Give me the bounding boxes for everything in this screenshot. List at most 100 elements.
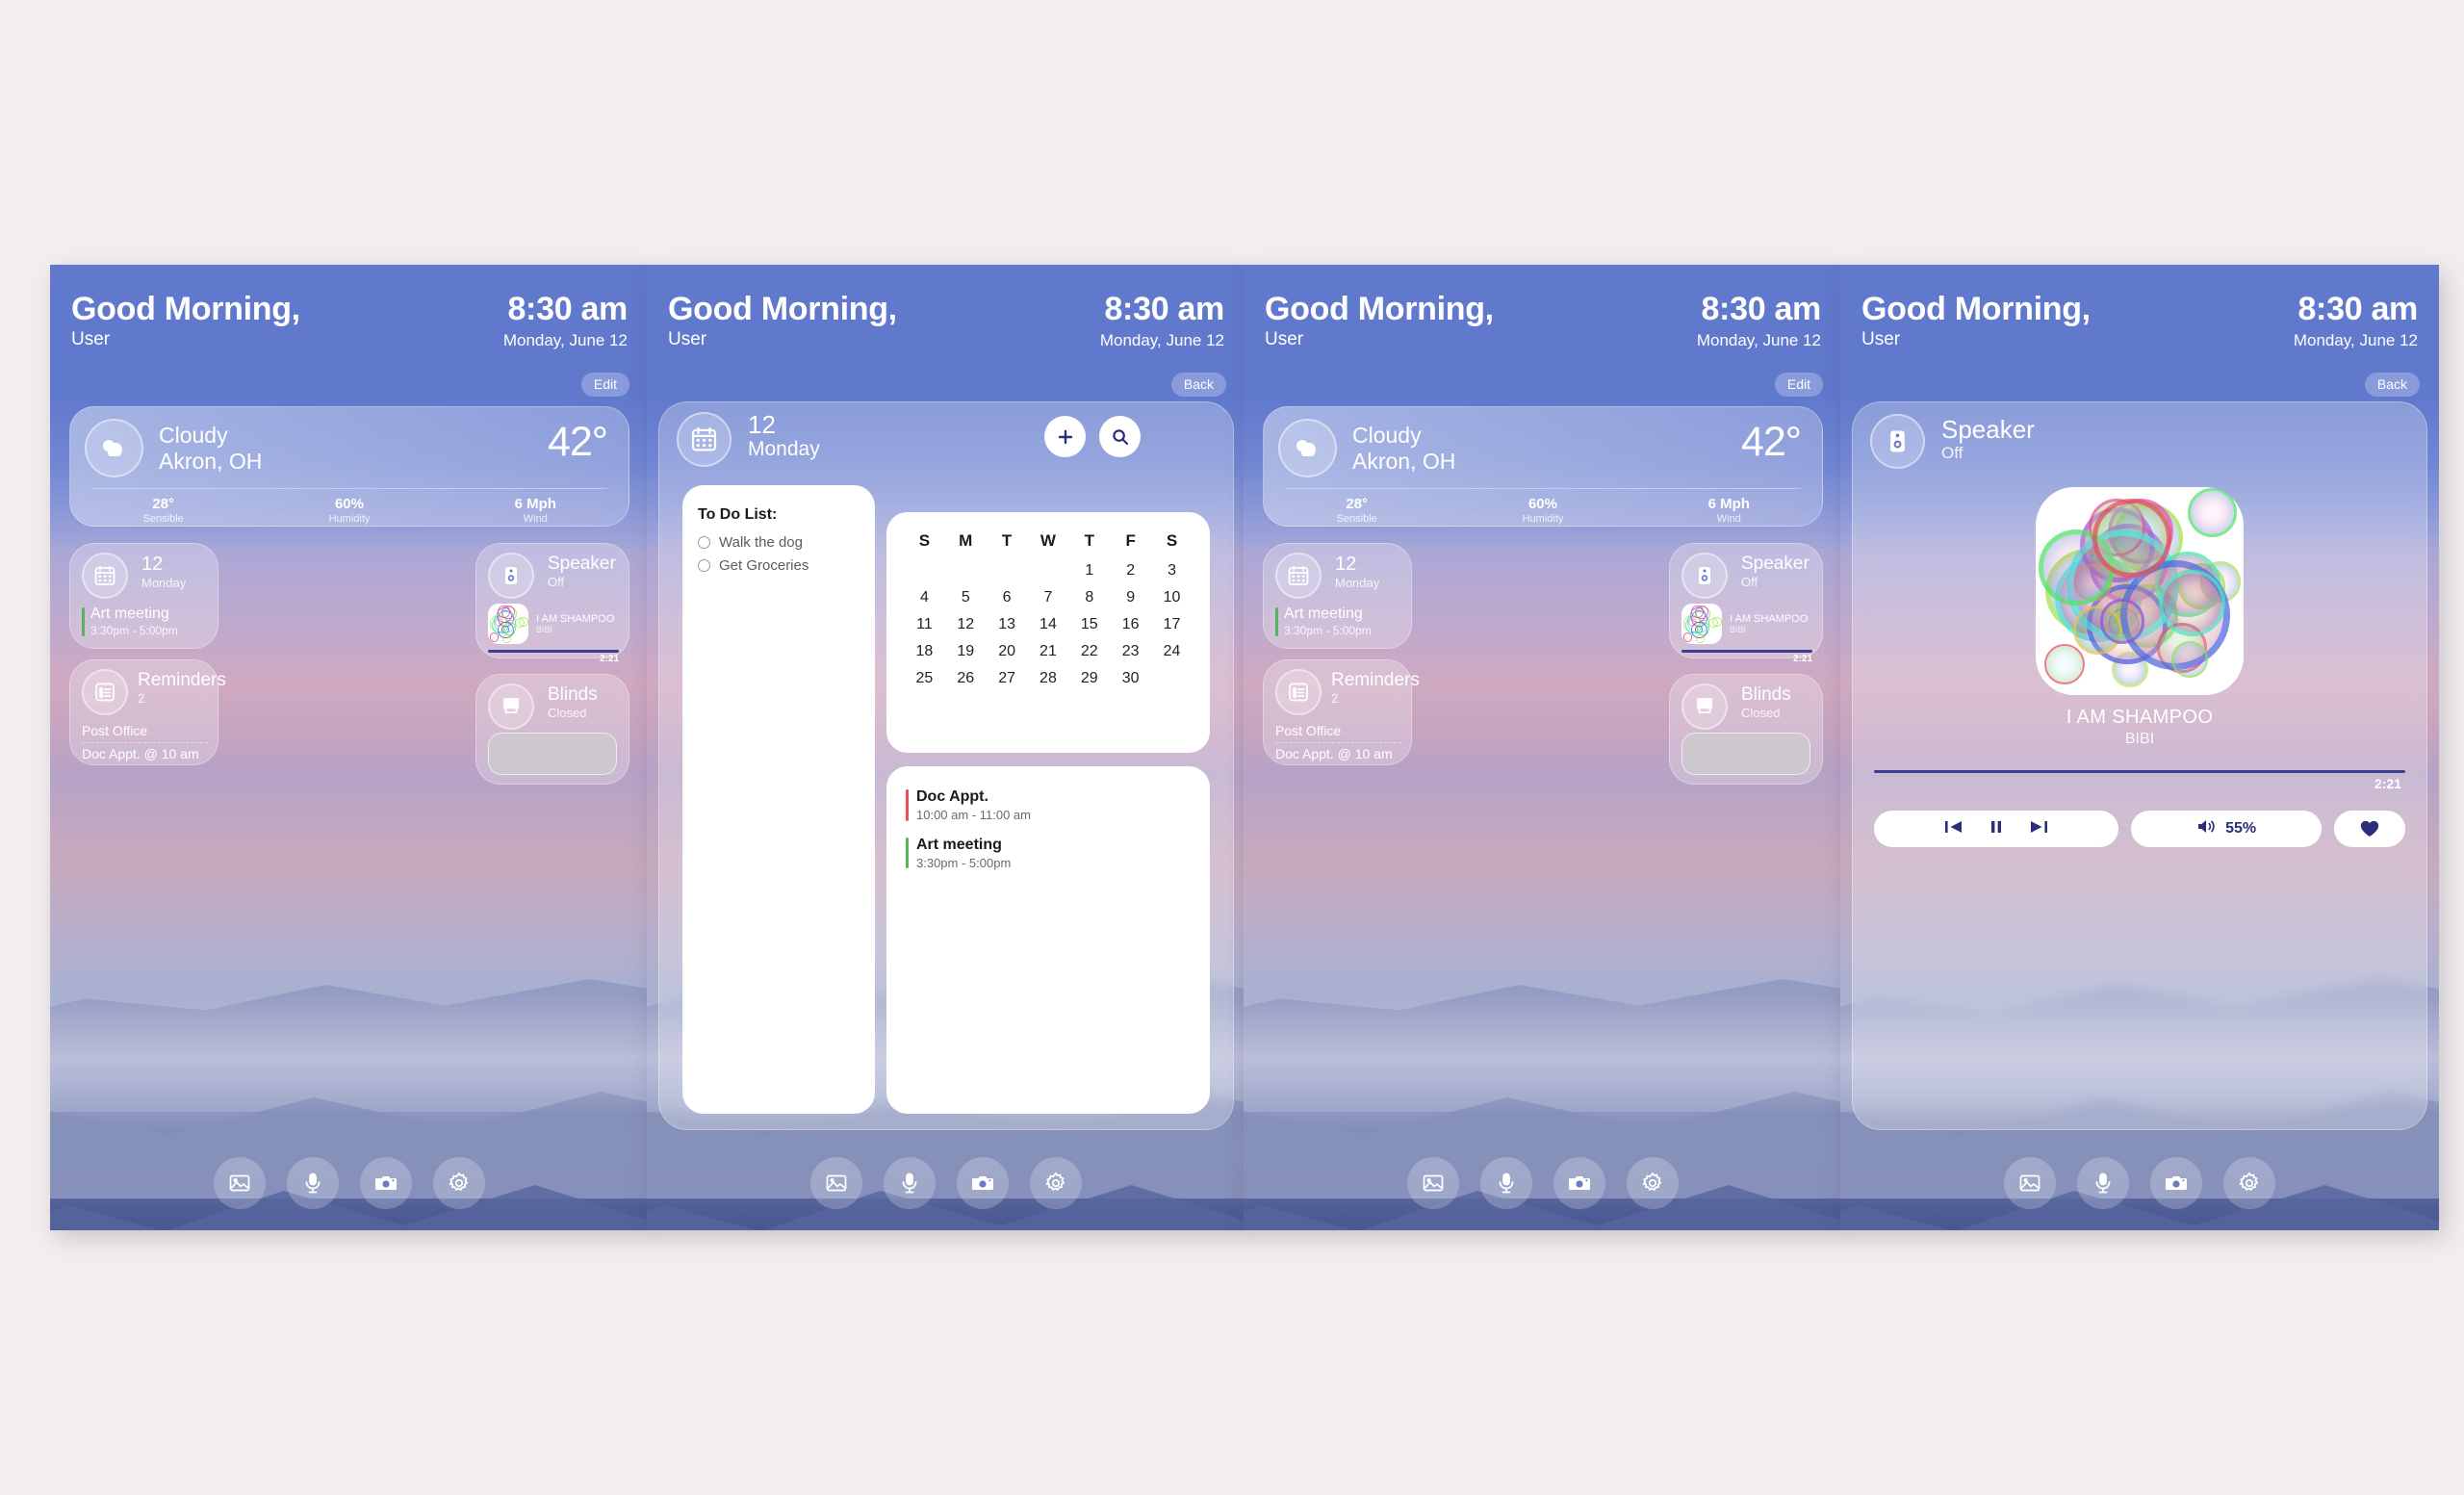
track-title: I AM SHAMPOO — [2066, 707, 2214, 728]
speaker-icon — [488, 553, 534, 599]
day-cell[interactable]: 24 — [1151, 638, 1193, 665]
microphone-icon[interactable] — [884, 1157, 936, 1209]
reminder-item[interactable]: Doc Appt. @ 10 am — [1275, 742, 1401, 765]
photos-icon[interactable] — [1407, 1157, 1459, 1209]
volume-icon[interactable] — [2196, 818, 2217, 839]
blinds-slider[interactable] — [1681, 733, 1810, 775]
todo-item[interactable]: Walk the dog — [698, 531, 860, 554]
calendar-event[interactable]: Art meeting 3:30pm - 5:00pm — [82, 606, 178, 638]
back-button[interactable]: Back — [2364, 373, 2420, 397]
progress-bar[interactable] — [1874, 770, 2405, 773]
screenshot-stage: Good Morning, User 8:30 am Monday, June … — [0, 0, 2464, 1495]
day-cell[interactable]: 23 — [1110, 638, 1151, 665]
day-cell[interactable]: 22 — [1068, 638, 1110, 665]
day-cell[interactable]: 30 — [1110, 665, 1151, 692]
settings-gear-icon[interactable] — [433, 1157, 485, 1209]
day-cell[interactable]: 18 — [904, 638, 945, 665]
day-cell[interactable]: 6 — [987, 584, 1028, 611]
bubble-shape — [2092, 499, 2171, 578]
weather-stats: 28° Sensible 60% Humidity 6 Mph Wind — [70, 496, 629, 525]
day-cell[interactable]: 14 — [1028, 611, 1069, 638]
day-cell[interactable]: 4 — [904, 584, 945, 611]
blinds-widget[interactable]: Blinds Closed — [475, 674, 629, 785]
todo-item[interactable]: Get Groceries — [698, 554, 860, 578]
reminder-item[interactable]: Post Office — [1275, 720, 1401, 742]
dock — [50, 1157, 649, 1209]
day-cell[interactable]: 9 — [1110, 584, 1151, 611]
day-cell[interactable]: 20 — [987, 638, 1028, 665]
camera-icon[interactable] — [360, 1157, 412, 1209]
day-cell[interactable]: 11 — [904, 611, 945, 638]
day-cell[interactable]: 5 — [945, 584, 987, 611]
reminders-widget[interactable]: Reminders 2 Post Office Doc Appt. @ 10 a… — [69, 659, 226, 765]
photos-icon[interactable] — [214, 1157, 266, 1209]
day-cell[interactable]: 21 — [1028, 638, 1069, 665]
camera-icon[interactable] — [1553, 1157, 1605, 1209]
microphone-icon[interactable] — [2077, 1157, 2129, 1209]
now-playing[interactable]: I AM SHAMPOO BIBI — [1681, 604, 1812, 644]
settings-gear-icon[interactable] — [1030, 1157, 1082, 1209]
phone-screen-speaker: Good Morning, User 8:30 am Monday, June … — [1840, 265, 2439, 1230]
plus-icon[interactable] — [1044, 416, 1086, 457]
microphone-icon[interactable] — [287, 1157, 339, 1209]
event-time: 3:30pm - 5:00pm — [90, 623, 178, 637]
search-icon[interactable] — [1099, 416, 1141, 457]
progress-bar[interactable] — [1681, 650, 1812, 653]
settings-gear-icon[interactable] — [1627, 1157, 1679, 1209]
day-cell[interactable]: 13 — [987, 611, 1028, 638]
calendar-widget[interactable]: 12 Monday Art meeting 3:30pm - 5:00pm — [1263, 543, 1412, 649]
day-cell[interactable]: 12 — [945, 611, 987, 638]
speaker-widget[interactable]: Speaker Off I AM SHAMPOO BIBI 2:21 — [475, 543, 629, 664]
reminder-item[interactable]: Doc Appt. @ 10 am — [82, 742, 208, 765]
day-cell[interactable]: 15 — [1068, 611, 1110, 638]
checkbox-icon[interactable] — [698, 559, 710, 572]
previous-track-icon[interactable] — [1944, 819, 1963, 839]
appointment-title: Doc Appt. — [916, 788, 988, 805]
camera-icon[interactable] — [957, 1157, 1009, 1209]
day-cell[interactable]: 26 — [945, 665, 987, 692]
day-cell[interactable]: 7 — [1028, 584, 1069, 611]
stat-humidity: 60% Humidity — [1450, 496, 1635, 525]
day-cell[interactable]: 17 — [1151, 611, 1193, 638]
todo-label: Get Groceries — [719, 557, 809, 574]
progress-bar[interactable] — [488, 650, 619, 653]
weather-widget[interactable]: Cloudy Akron, OH 42° 28° Sensible 60% Hu… — [69, 406, 629, 527]
calendar-event[interactable]: Art meeting 3:30pm - 5:00pm — [1275, 606, 1372, 638]
day-cell[interactable]: 25 — [904, 665, 945, 692]
appointment-item[interactable]: Art meeting 3:30pm - 5:00pm — [906, 836, 1191, 872]
day-cell[interactable]: 3 — [1151, 557, 1193, 584]
weather-widget[interactable]: Cloudy Akron, OH 42° 28° Sensible 60% Hu… — [1263, 406, 1823, 527]
pause-icon[interactable] — [1989, 819, 2003, 839]
speaker-widget[interactable]: Speaker Off I AM SHAMPOO BIBI 2:21 — [1669, 543, 1823, 664]
blinds-widget[interactable]: Blinds Closed — [1669, 674, 1823, 785]
day-cell[interactable]: 29 — [1068, 665, 1110, 692]
camera-icon[interactable] — [2150, 1157, 2202, 1209]
volume-control[interactable]: 55% — [2131, 811, 2322, 847]
edit-button[interactable]: Edit — [1774, 373, 1823, 397]
appointment-item[interactable]: Doc Appt. 10:00 am - 11:00 am — [906, 787, 1191, 824]
checkbox-icon[interactable] — [698, 536, 710, 549]
photos-icon[interactable] — [2004, 1157, 2056, 1209]
day-cell[interactable]: 28 — [1028, 665, 1069, 692]
now-playing[interactable]: I AM SHAMPOO BIBI — [488, 604, 619, 644]
reminder-item[interactable]: Post Office — [82, 720, 208, 742]
calendar-widget[interactable]: 12 Monday Art meeting 3:30pm - 5:00pm — [69, 543, 218, 649]
settings-gear-icon[interactable] — [2223, 1157, 2275, 1209]
day-cell[interactable]: 8 — [1068, 584, 1110, 611]
day-cell[interactable]: 2 — [1110, 557, 1151, 584]
reminders-widget[interactable]: Reminders 2 Post Office Doc Appt. @ 10 a… — [1263, 659, 1420, 765]
photos-icon[interactable] — [810, 1157, 862, 1209]
day-cell[interactable]: 27 — [987, 665, 1028, 692]
favorite-heart-icon[interactable] — [2334, 811, 2405, 847]
day-cell[interactable]: 16 — [1110, 611, 1151, 638]
dock — [647, 1157, 1245, 1209]
day-cell[interactable]: 19 — [945, 638, 987, 665]
microphone-icon[interactable] — [1480, 1157, 1532, 1209]
edit-button[interactable]: Edit — [580, 373, 629, 397]
back-button[interactable]: Back — [1170, 373, 1226, 397]
reminders-list: Post Office Doc Appt. @ 10 am — [1275, 720, 1401, 765]
day-cell[interactable]: 10 — [1151, 584, 1193, 611]
blinds-slider[interactable] — [488, 733, 617, 775]
day-cell[interactable]: 1 — [1068, 557, 1110, 584]
next-track-icon[interactable] — [2030, 819, 2048, 839]
